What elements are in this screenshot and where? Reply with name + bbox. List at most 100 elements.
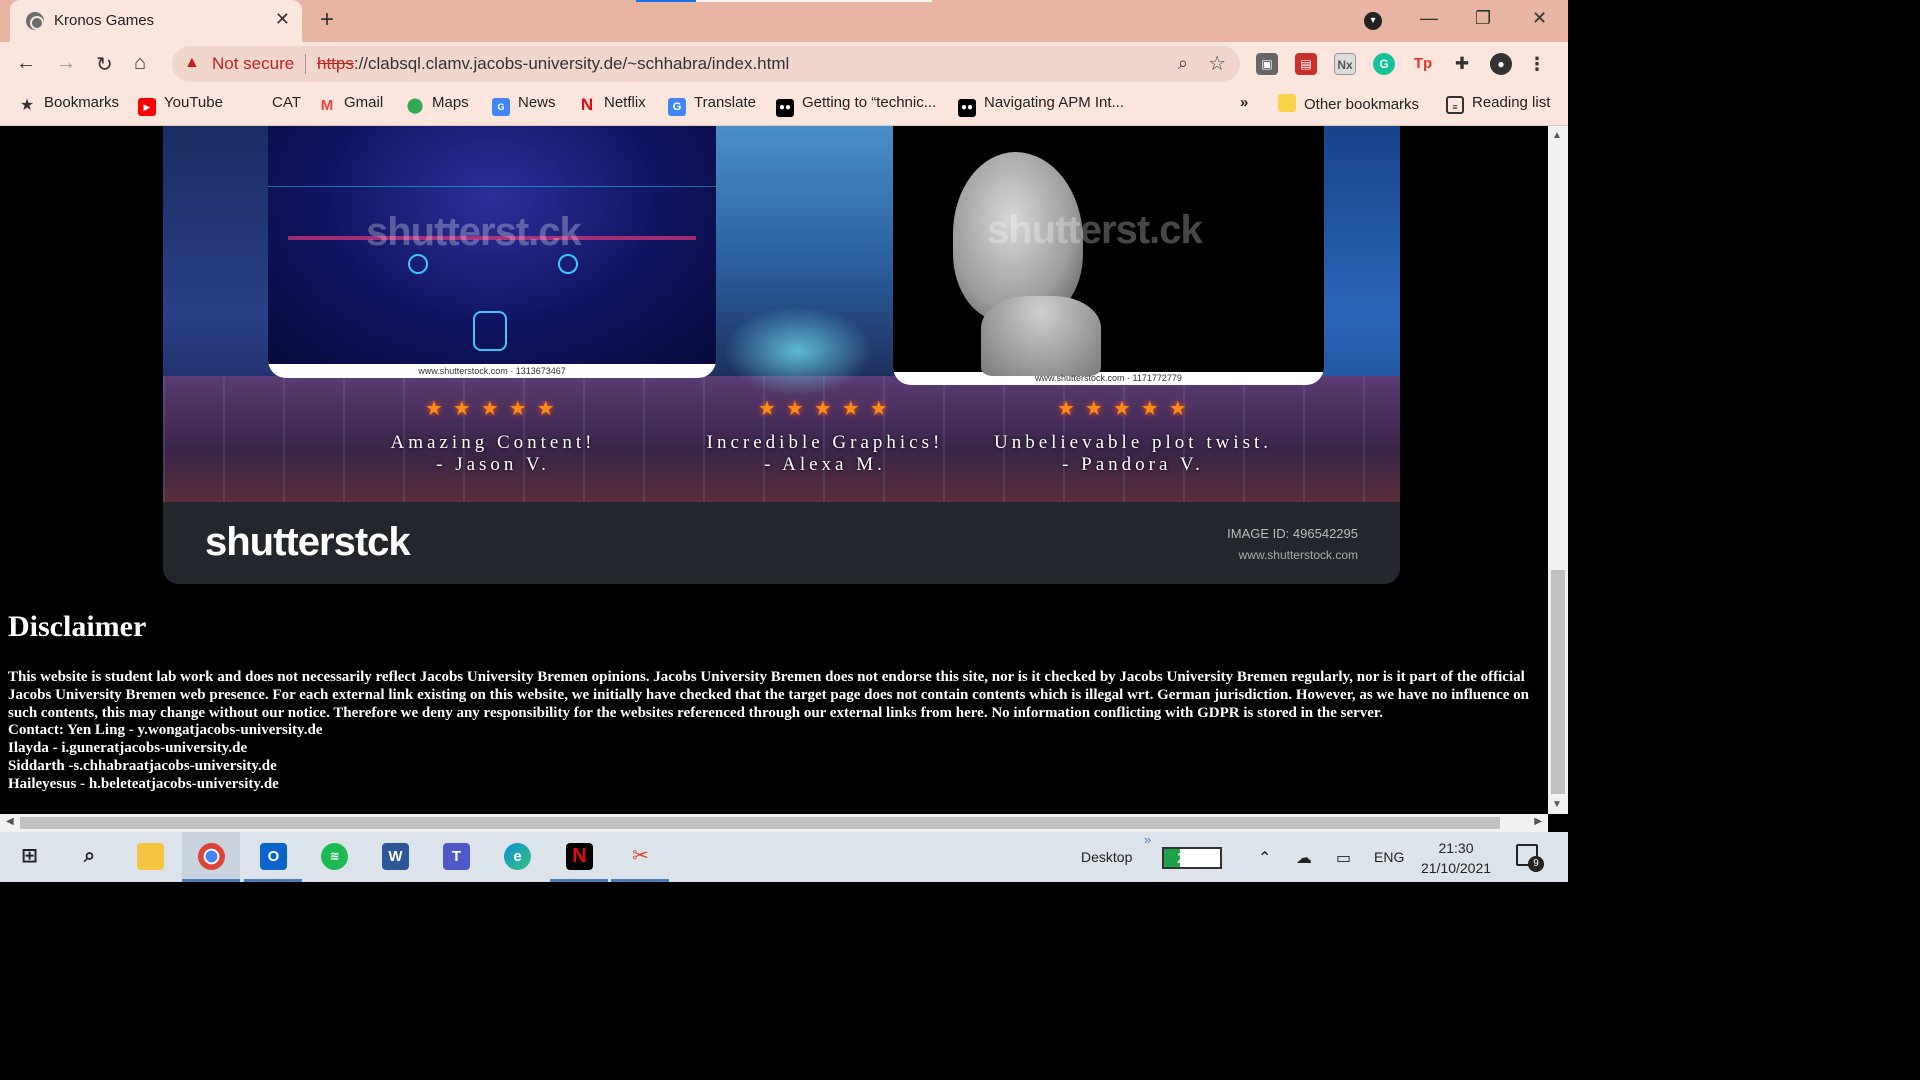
show-hidden-icons[interactable]: ⌃	[1258, 848, 1271, 868]
gmail-icon: M	[320, 97, 334, 114]
search-button[interactable]: ⌕	[60, 832, 118, 882]
contact-ilayda: Ilayda - i.guneratjacobs-university.de	[8, 740, 248, 756]
close-window-button[interactable]: ✕	[1532, 8, 1547, 29]
word-icon: W	[382, 843, 409, 870]
nx-extension-icon[interactable]: Nx	[1334, 53, 1356, 75]
rating-stars: ★★★★★	[758, 398, 898, 420]
warning-icon[interactable]: ▲	[184, 54, 200, 72]
horizontal-scrollbar[interactable]: ◀ ▶	[0, 814, 1548, 832]
grammarly-icon[interactable]: G	[1373, 53, 1395, 75]
back-icon[interactable]: ←	[16, 52, 36, 75]
medium-icon: ●●	[776, 99, 794, 117]
new-tab-button[interactable]: +	[320, 6, 334, 34]
reading-list-button[interactable]: ≡ Reading list	[1446, 94, 1550, 114]
extension-icon[interactable]: ▣	[1256, 53, 1278, 75]
netflix-button[interactable]: N	[550, 832, 608, 882]
battery-indicator[interactable]: 29%	[1162, 847, 1222, 869]
file-explorer-button[interactable]	[121, 832, 179, 882]
menu-icon[interactable]: ⋮	[1526, 53, 1548, 75]
onedrive-icon[interactable]: ☁	[1296, 848, 1312, 868]
scrollbar-thumb[interactable]	[20, 817, 1500, 829]
snipping-tool-icon: ✂	[632, 845, 649, 867]
scroll-up-icon[interactable]: ▲	[1552, 130, 1562, 141]
tp-extension-icon[interactable]: Tp	[1412, 53, 1434, 75]
tab-search-icon[interactable]: ▾	[1364, 12, 1382, 30]
translate-icon: G	[668, 98, 686, 116]
reload-icon[interactable]: ↻	[96, 52, 113, 77]
url-text[interactable]: https://clabsql.clamv.jacobs-university.…	[317, 54, 789, 74]
clock[interactable]: 21:30 21/10/2021	[1410, 838, 1502, 878]
outlook-icon: O	[260, 843, 287, 870]
url-scheme: https	[317, 54, 354, 73]
watermark: shutterst.ck	[987, 208, 1203, 252]
disclaimer-heading: Disclaimer	[8, 610, 147, 643]
image-caption: www.shutterstock.com · 1313673467	[418, 366, 566, 376]
chrome-icon	[198, 843, 225, 870]
disclaimer-text: This website is student lab work and doe…	[8, 669, 1530, 721]
home-icon[interactable]: ⌂	[134, 52, 146, 75]
image-caption: www.shutterstock.com · 1171772779	[1035, 373, 1182, 383]
bookmark-navigating-apm[interactable]: ●● Navigating APM Int...	[958, 94, 1124, 117]
profile-avatar[interactable]: ●	[1490, 53, 1512, 75]
bookmarks-overflow-button[interactable]: »	[1240, 94, 1248, 111]
language-indicator[interactable]: ENG	[1374, 849, 1404, 865]
tab-close-button[interactable]: ✕	[275, 9, 290, 30]
minimize-button[interactable]: —	[1420, 8, 1438, 29]
notifications-icon[interactable]: 9	[1516, 844, 1544, 872]
notification-count: 9	[1528, 856, 1544, 872]
bookmark-netflix[interactable]: N Netflix	[578, 94, 646, 114]
clock-time: 21:30	[1438, 840, 1474, 856]
desktop-label[interactable]: Desktop	[1081, 849, 1132, 865]
bookmark-other[interactable]: Other bookmarks	[1278, 94, 1419, 113]
bookmark-bookmarks[interactable]: ★ Bookmarks	[18, 94, 119, 115]
scrollbar-thumb[interactable]	[1551, 570, 1565, 794]
pdf-extension-icon[interactable]: ▤	[1295, 53, 1317, 75]
bookmark-gmail[interactable]: M Gmail	[318, 94, 383, 115]
extensions-puzzle-icon[interactable]: ✚	[1451, 53, 1473, 75]
edge-button[interactable]: e	[488, 832, 546, 882]
toolbar-expand-icon[interactable]: »	[1144, 832, 1151, 847]
chrome-button[interactable]	[182, 832, 240, 882]
netflix-icon: N	[580, 95, 594, 114]
zoom-icon[interactable]: ⌕	[1178, 53, 1188, 74]
not-secure-label[interactable]: Not secure	[212, 54, 294, 74]
footer-site: www.shutterstock.com	[1238, 548, 1358, 562]
teams-button[interactable]: T	[427, 832, 485, 882]
cockpit-image: shutterst.ck www.shutterstock.com · 1313…	[268, 126, 716, 378]
vertical-scrollbar[interactable]: ▲ ▼	[1548, 126, 1568, 814]
address-bar[interactable]: ▲ Not secure https://clabsql.clamv.jacob…	[172, 46, 1240, 82]
bookmark-maps[interactable]: ⬤ Maps	[406, 94, 469, 115]
bookmark-news[interactable]: G News	[492, 94, 556, 116]
word-button[interactable]: W	[366, 832, 424, 882]
bookmark-star-icon[interactable]: ☆	[1208, 51, 1226, 76]
reading-list-icon: ≡	[1446, 96, 1464, 114]
shutterstock-logo: shutterstck	[205, 520, 411, 564]
banner-image: shutterst.ck www.shutterstock.com · 1313…	[163, 126, 1400, 584]
spotify-button[interactable]: ≋	[305, 832, 363, 882]
outlook-button[interactable]: O	[244, 832, 302, 882]
battery-percent: 29%	[1176, 850, 1208, 867]
tab-strip: Kronos Games ✕ + ▾ — ❐ ✕	[0, 0, 1568, 42]
bookmark-translate[interactable]: G Translate	[668, 94, 756, 116]
scroll-right-icon[interactable]: ▶	[1534, 816, 1542, 827]
forward-icon[interactable]: →	[56, 52, 76, 75]
start-button[interactable]: ⊞	[0, 832, 58, 882]
bookmark-cat[interactable]: CAT	[272, 94, 301, 111]
edge-icon: e	[504, 843, 531, 870]
image-id: IMAGE ID: 496542295	[1227, 526, 1358, 541]
folder-icon	[1278, 94, 1296, 112]
news-icon: G	[492, 98, 510, 116]
bookmark-getting-to-technical[interactable]: ●● Getting to “technic...	[776, 94, 936, 117]
contact-haileyesus: Haileyesus - h.beleteatjacobs-university…	[8, 776, 279, 792]
scroll-left-icon[interactable]: ◀	[6, 816, 14, 827]
windows-taskbar: ⊞ ⌕ O ≋ W T e N ✂ » Desktop 29% ⌃ ☁ ▭ EN…	[0, 832, 1568, 882]
restore-button[interactable]: ❐	[1475, 8, 1491, 29]
battery-tray-icon[interactable]: ▭	[1336, 848, 1351, 868]
tab-kronos-games[interactable]: Kronos Games ✕	[10, 0, 302, 42]
loading-bar	[636, 0, 932, 2]
bookmark-youtube[interactable]: ▶ YouTube	[138, 94, 223, 116]
spotify-icon: ≋	[321, 843, 348, 870]
review-jason: Amazing Content! - Jason V.	[390, 432, 596, 475]
scroll-down-icon[interactable]: ▼	[1552, 799, 1562, 810]
snipping-tool-button[interactable]: ✂	[611, 832, 669, 882]
